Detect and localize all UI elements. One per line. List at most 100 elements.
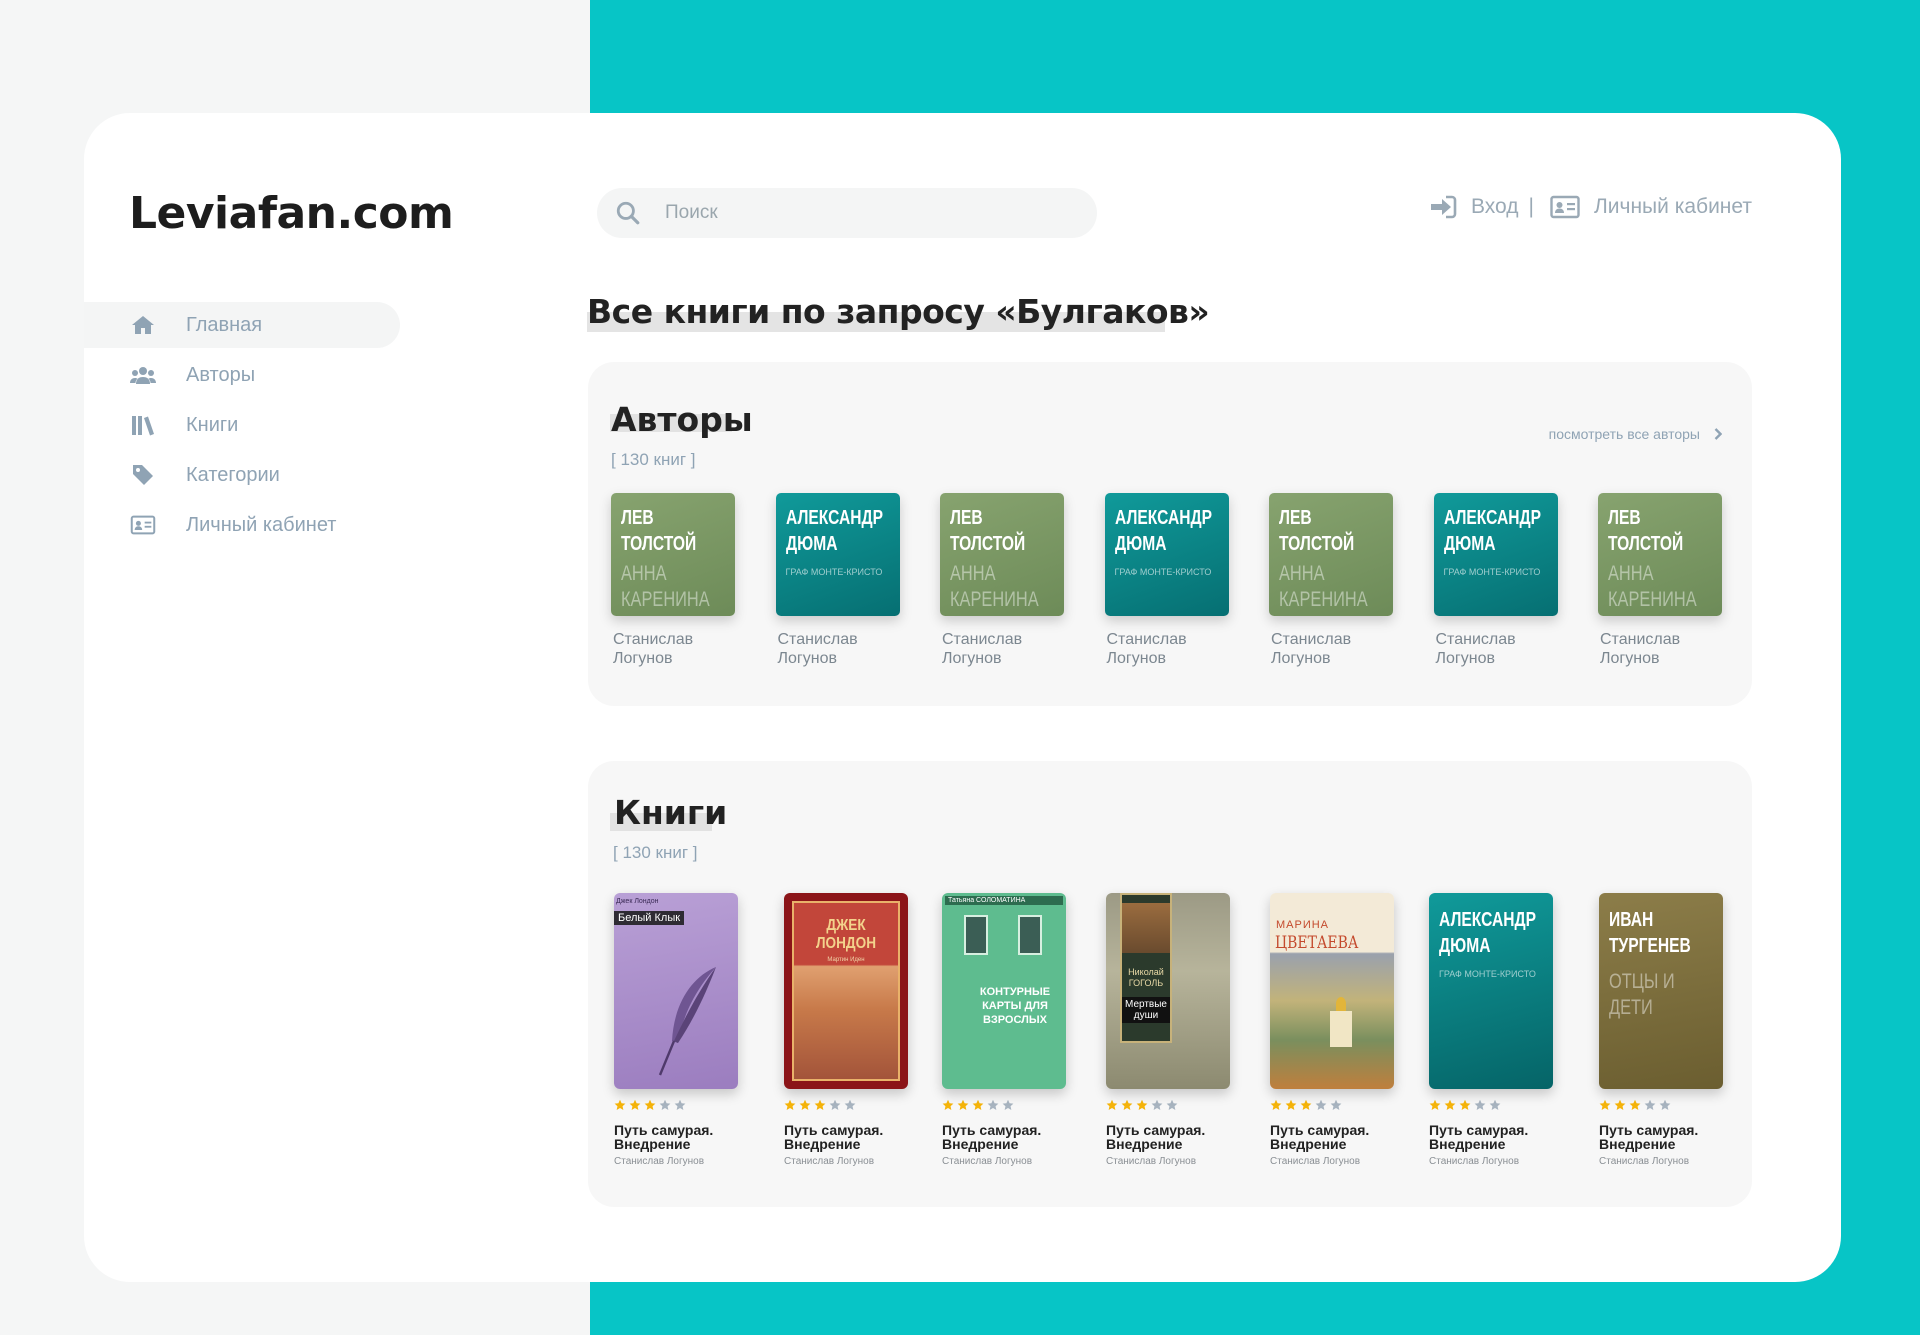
book-title: Путь самурая. Внедрение (784, 1122, 884, 1152)
author-cover[interactable]: Александр Дюма Граф Монте-Кристо (1433, 493, 1558, 616)
book-cover[interactable]: Татьяна СОЛОМАТИНА КОНТУРНЫЕ КАРТЫ ДЛЯ В… (942, 893, 1066, 1089)
cover-title: Белый Клык (614, 911, 685, 925)
page-title: Все книги по запросу «Булгаков» (587, 292, 1210, 331)
cover-author: Николай ГОГОЛЬ (1128, 967, 1164, 988)
author-cover[interactable]: Александр Дюма Граф Монте-Кристо (775, 493, 900, 616)
cover-subtitle: Граф Монте-Кристо (1114, 567, 1212, 577)
login-link[interactable]: Вход (1429, 195, 1519, 219)
author-name[interactable]: Станислав Логунов (1105, 630, 1229, 668)
book-author: Станислав Логунов (1599, 1156, 1690, 1167)
cabinet-label: Личный кабинет (1594, 195, 1752, 218)
book-cover[interactable]: Александр Дюма Граф Монте-Кристо (1429, 893, 1553, 1089)
cover-title: Мартин Иден (827, 957, 865, 963)
book-author: Станислав Логунов (942, 1156, 1033, 1167)
rating-stars (1599, 1099, 1724, 1111)
author-card[interactable]: Александр Дюма Граф Монте-Кристо Станислав… (1433, 493, 1558, 668)
author-card[interactable]: Александр Дюма Граф Монте-Кристо Станислав… (775, 493, 900, 668)
search-bar[interactable] (597, 188, 1097, 238)
rating-stars (1429, 1099, 1554, 1111)
sidebar-item-label: Книги (186, 413, 239, 436)
sidebar-item-cabinet[interactable]: Личный кабинет (84, 502, 400, 548)
section-title: Авторы (611, 400, 753, 439)
star-icon (957, 1099, 969, 1110)
book-card[interactable]: Николай ГОГОЛЬ Мертвые души Путь самурая… (1106, 893, 1231, 1167)
chevron-right-icon (1714, 428, 1722, 440)
sidebar-item-home[interactable]: Главная (84, 302, 400, 348)
book-author: Станислав Логунов (1429, 1156, 1520, 1167)
cover-author: ДЖЕК ЛОНДОН (815, 917, 877, 952)
cover-title: Граф Монте-Кристо (1439, 969, 1536, 979)
star-icon (1444, 1099, 1456, 1110)
author-name[interactable]: Станислав Логунов (611, 630, 735, 668)
author-card[interactable]: Александр Дюма Граф Монте-Кристо Станислав… (1104, 493, 1229, 668)
book-title: Путь самурая. Внедрение (1270, 1122, 1370, 1152)
rating-stars (614, 1099, 739, 1111)
users-icon (130, 364, 156, 386)
cover-title: Анна Каренина (950, 562, 1039, 611)
see-all-authors-link[interactable]: посмотреть все авторы (1549, 426, 1722, 442)
site-logo[interactable]: Leviafan.com (129, 188, 454, 239)
book-cover[interactable]: МАРИНА ЦВЕТАЕВА (1270, 893, 1394, 1089)
book-cover[interactable]: Иван Тургенев Отцы и дети (1599, 893, 1723, 1089)
author-name[interactable]: Станислав Логунов (1434, 630, 1558, 668)
author-card[interactable]: Лев Толстой Анна Каренина Станислав Логуно… (1269, 493, 1393, 668)
author-card[interactable]: Лев Толстой Анна Каренина Станислав Логуно… (611, 493, 735, 668)
author-card[interactable]: Лев Толстой Анна Каренина Станислав Логуно… (1598, 493, 1722, 668)
star-icon (1330, 1099, 1342, 1110)
star-icon (844, 1099, 856, 1110)
star-icon (972, 1099, 984, 1110)
star-icon (829, 1099, 841, 1110)
author-name[interactable]: Станислав Логунов (776, 630, 900, 668)
author-card[interactable]: Лев Толстой Анна Каренина Станислав Логуно… (940, 493, 1064, 668)
star-icon (1315, 1099, 1327, 1110)
book-cover[interactable]: Джек Лондон Белый Клык (614, 893, 738, 1089)
sidebar-item-categories[interactable]: Категории (84, 452, 400, 498)
cover-author: Лев Толстой (621, 507, 697, 555)
book-title: Путь самурая. Внедрение (1106, 1122, 1206, 1152)
star-icon (799, 1099, 811, 1110)
author-cover[interactable]: Лев Толстой Анна Каренина (1269, 493, 1393, 616)
book-card[interactable]: Иван Тургенев Отцы и дети Путь самурая. … (1599, 893, 1724, 1167)
login-label: Вход (1471, 195, 1519, 218)
cover-author: Лев Толстой (1279, 507, 1355, 555)
sidebar-item-authors[interactable]: Авторы (84, 352, 400, 398)
author-name[interactable]: Станислав Логунов (1598, 630, 1722, 668)
star-icon (1285, 1099, 1297, 1110)
star-icon (1629, 1099, 1641, 1110)
star-icon (1474, 1099, 1486, 1110)
book-card[interactable]: МАРИНА ЦВЕТАЕВА Путь самурая. Внедрение … (1270, 893, 1395, 1167)
cover-author: Лев Толстой (950, 507, 1026, 555)
book-author: Станислав Логунов (614, 1156, 705, 1167)
cover-author: Иван Тургенев (1609, 909, 1691, 957)
book-title: Путь самурая. Внедрение (1599, 1122, 1699, 1152)
star-icon (1459, 1099, 1471, 1110)
cover-author: Джек Лондон (616, 898, 659, 905)
section-count: [ 130 книг ] (613, 843, 698, 862)
cabinet-link[interactable]: Личный кабинет (1550, 195, 1752, 219)
sidebar: Главная Авторы Книги Категории Личный ка… (84, 302, 400, 552)
search-icon[interactable] (615, 200, 641, 226)
author-cover[interactable]: Лев Толстой Анна Каренина (611, 493, 735, 616)
author-name[interactable]: Станислав Логунов (940, 630, 1064, 668)
star-icon (674, 1099, 686, 1110)
author-cover[interactable]: Лев Толстой Анна Каренина (1598, 493, 1722, 616)
star-icon (1429, 1099, 1441, 1110)
book-cover[interactable]: Николай ГОГОЛЬ Мертвые души (1106, 893, 1230, 1089)
search-input[interactable] (665, 202, 1045, 224)
author-name[interactable]: Станислав Логунов (1269, 630, 1393, 668)
sidebar-item-books[interactable]: Книги (84, 402, 400, 448)
star-icon (1659, 1099, 1671, 1110)
sidebar-item-label: Личный кабинет (186, 513, 337, 536)
book-title: Путь самурая. Внедрение (614, 1122, 714, 1152)
cover-title: Мертвые души (1122, 997, 1170, 1023)
book-card[interactable]: Александр Дюма Граф Монте-Кристо Путь са… (1429, 893, 1554, 1167)
cover-title: Анна Каренина (1279, 562, 1368, 611)
star-icon (1136, 1099, 1148, 1110)
author-cover[interactable]: Александр Дюма Граф Монте-Кристо (1104, 493, 1229, 616)
section-title: Книги (614, 793, 728, 832)
book-cover[interactable]: ДЖЕК ЛОНДОН Мартин Иден (784, 893, 908, 1089)
book-card[interactable]: ДЖЕК ЛОНДОН Мартин Иден Путь самурая. Вн… (784, 893, 909, 1167)
book-card[interactable]: Татьяна СОЛОМАТИНА КОНТУРНЫЕ КАРТЫ ДЛЯ В… (942, 893, 1067, 1167)
book-card[interactable]: Джек Лондон Белый Клык Путь самурая. Вне… (614, 893, 739, 1167)
author-cover[interactable]: Лев Толстой Анна Каренина (940, 493, 1064, 616)
